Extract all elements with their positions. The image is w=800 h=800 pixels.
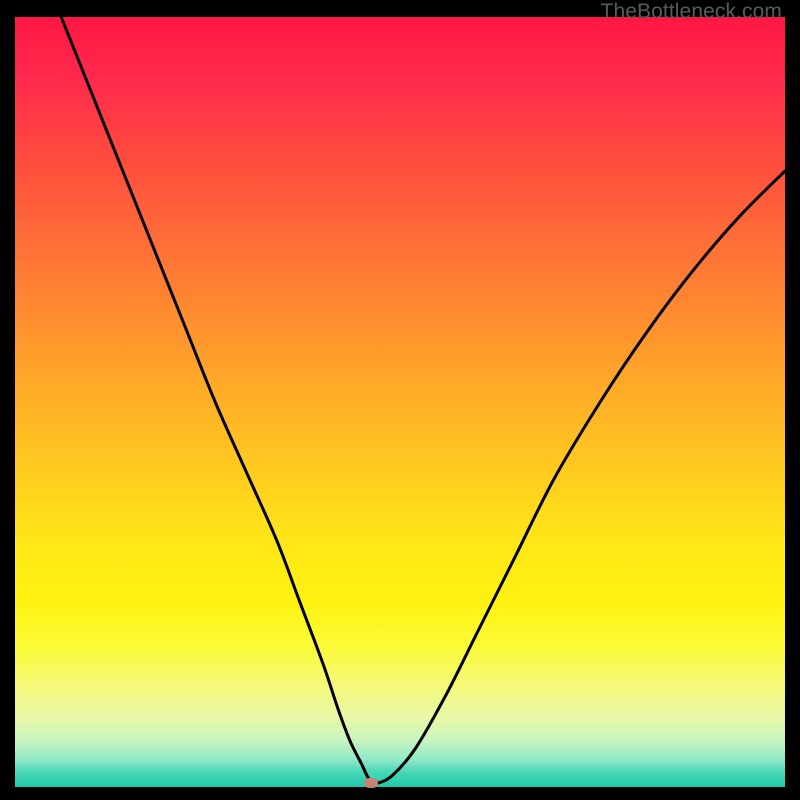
- watermark-text: TheBottleneck.com: [601, 0, 782, 24]
- curve-svg: [15, 17, 785, 787]
- optimal-point-marker: [364, 778, 378, 788]
- bottleneck-curve: [61, 17, 785, 783]
- chart-frame: [15, 17, 785, 787]
